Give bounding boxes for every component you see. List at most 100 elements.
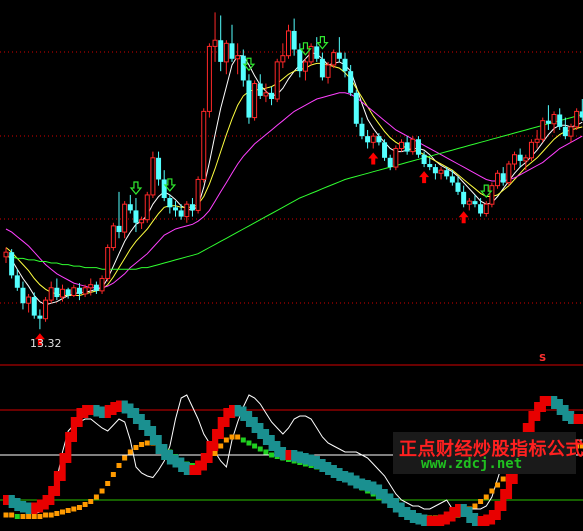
slow-oscillator-block	[71, 506, 77, 512]
candle-body	[449, 176, 455, 183]
candle-body	[189, 204, 195, 211]
main-oscillator-block	[568, 411, 575, 424]
slow-oscillator-block	[65, 508, 71, 513]
candle-body	[173, 207, 178, 211]
candle-body	[257, 83, 263, 96]
main-oscillator-block	[166, 450, 174, 465]
candlesticks	[3, 12, 583, 330]
main-oscillator-block	[573, 414, 580, 424]
candle-body	[116, 225, 122, 233]
slow-oscillator-block	[9, 512, 15, 518]
candle-body	[291, 30, 297, 50]
candle-body	[43, 299, 49, 320]
candle-body	[110, 225, 116, 249]
main-oscillator-block	[336, 468, 343, 481]
watermark-box: 正点财经炒股指标公式 www.zdcj.net	[393, 432, 583, 474]
main-oscillator-block	[505, 474, 513, 499]
slow-oscillator-block	[218, 443, 224, 449]
down-arrow-icon	[129, 181, 143, 195]
main-oscillator-block	[358, 478, 366, 490]
main-oscillator-block	[138, 414, 145, 430]
main-oscillator-block	[212, 429, 219, 451]
main-oscillator-block	[8, 495, 15, 508]
up-arrow-icon	[368, 152, 379, 165]
main-oscillator-block	[466, 507, 473, 523]
slow-oscillator-block	[223, 437, 229, 443]
slow-oscillator-block	[235, 434, 241, 440]
main-oscillator-block	[149, 426, 157, 445]
main-oscillator-block	[528, 411, 535, 433]
slow-oscillator-block	[139, 442, 145, 447]
candle-body	[201, 110, 207, 180]
main-oscillator-block	[144, 420, 151, 436]
candle-body	[545, 120, 551, 124]
slow-oscillator-block	[489, 488, 495, 494]
main-oscillator-block	[19, 501, 27, 513]
main-oscillator-block	[195, 460, 202, 475]
slow-oscillator-block	[20, 514, 26, 519]
main-oscillator-block	[217, 417, 224, 439]
main-oscillator-block	[65, 432, 72, 463]
main-oscillator-block	[36, 499, 44, 513]
main-oscillator-block	[353, 475, 360, 489]
candle-body	[212, 39, 218, 47]
slow-oscillator-block	[229, 434, 235, 440]
main-oscillator-block	[279, 447, 287, 460]
candle-body	[568, 126, 574, 137]
slow-oscillator-block	[122, 455, 128, 461]
main-oscillator-block	[500, 489, 507, 511]
main-oscillator-block	[551, 396, 558, 409]
candle-body	[325, 64, 331, 78]
slow-oscillator-block	[240, 437, 246, 443]
main-oscillator-block	[31, 502, 38, 514]
candle-body	[517, 154, 523, 161]
slow-oscillator-block	[99, 488, 105, 494]
slow-oscillator-block	[269, 452, 275, 458]
candle-body	[246, 80, 252, 118]
candle-body	[314, 46, 320, 59]
candle-body	[280, 55, 286, 63]
main-oscillator-block	[53, 471, 61, 496]
candle-body	[178, 210, 184, 217]
slow-oscillator-block	[105, 481, 111, 486]
main-oscillator-block	[443, 511, 450, 525]
candle-body	[365, 136, 371, 143]
slow-oscillator-block	[116, 463, 122, 468]
main-oscillator-block	[347, 472, 354, 486]
main-oscillator-block	[325, 462, 332, 475]
main-oscillator-block	[240, 406, 247, 421]
main-oscillator-block	[178, 457, 185, 472]
main-oscillator-block	[534, 402, 541, 421]
main-oscillator-block	[426, 516, 433, 526]
candle-body	[489, 185, 495, 205]
candle-body	[512, 154, 517, 165]
candle-body	[274, 61, 280, 100]
candle-body	[404, 142, 410, 152]
main-oscillator-block	[121, 400, 128, 414]
candle-body	[99, 277, 105, 292]
candle-body	[534, 138, 540, 143]
main-oscillator-block	[342, 471, 349, 483]
candle-body	[93, 284, 99, 291]
main-oscillator-block	[370, 481, 377, 495]
candle-body	[348, 71, 354, 93]
candle-body	[122, 203, 128, 233]
main-oscillator-block	[432, 516, 439, 526]
main-oscillator-block	[409, 510, 416, 523]
main-oscillator-block	[562, 405, 569, 421]
candle-body	[331, 52, 337, 66]
candle-body	[297, 49, 303, 72]
main-oscillator-block	[14, 498, 21, 511]
candle-body	[342, 58, 348, 72]
slow-oscillator-block	[3, 512, 9, 518]
candle-body	[438, 169, 444, 174]
sub-panel-s-marker: S	[539, 353, 546, 364]
candle-body	[105, 247, 111, 279]
candle-body	[156, 157, 162, 180]
main-oscillator-block	[25, 502, 32, 514]
candle-body	[393, 148, 399, 168]
slow-oscillator-block	[88, 499, 94, 504]
main-oscillator-block	[539, 396, 546, 412]
candle-body	[506, 163, 512, 184]
main-oscillator-block	[116, 400, 123, 412]
